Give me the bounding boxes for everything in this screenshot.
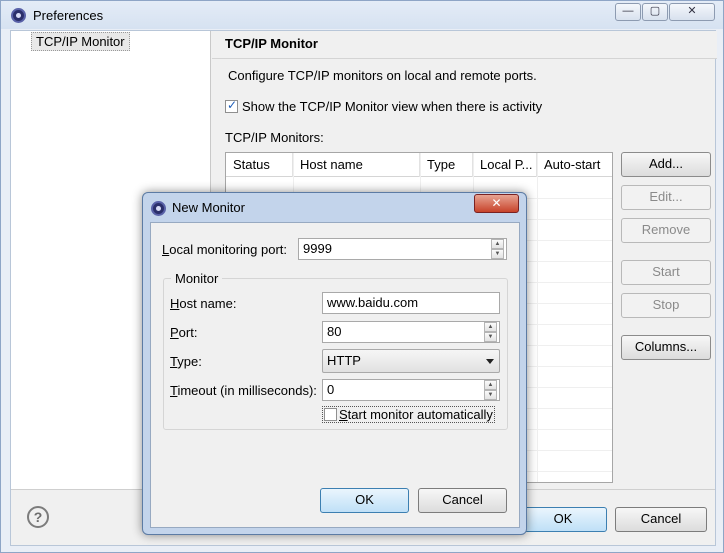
page-header: TCP/IP Monitor <box>212 31 717 59</box>
show-view-checkbox[interactable] <box>225 98 238 113</box>
eclipse-app-icon <box>151 201 166 216</box>
column-local-port[interactable]: Local P... <box>473 153 537 177</box>
table-column-divider <box>537 153 538 482</box>
minimize-button[interactable]: — <box>615 3 641 21</box>
dialog-title: New Monitor <box>172 200 245 215</box>
page-description: Configure TCP/IP monitors on local and r… <box>228 68 537 83</box>
spin-up-icon[interactable]: ▲ <box>484 322 497 332</box>
preferences-window-title: Preferences <box>33 8 104 23</box>
spin-up-icon[interactable]: ▲ <box>491 239 504 249</box>
spin-down-icon[interactable]: ▼ <box>484 390 497 400</box>
page-title: TCP/IP Monitor <box>225 36 318 51</box>
columns-button[interactable]: Columns... <box>621 335 711 360</box>
auto-start-option[interactable]: Start monitor automatically <box>322 406 495 423</box>
dialog-close-button[interactable]: ✕ <box>474 194 519 213</box>
host-name-label: Host name: <box>170 296 237 311</box>
auto-start-checkbox[interactable] <box>324 408 337 421</box>
auto-start-label: tart monitor automatically <box>347 407 493 422</box>
local-port-field[interactable]: 9999 ▲ ▼ <box>298 238 507 260</box>
column-status[interactable]: Status <box>226 153 293 177</box>
new-monitor-dialog: New Monitor ✕ Local monitoring port: 999… <box>142 192 527 535</box>
dialog-body: Local monitoring port: 9999 ▲ ▼ Monitor … <box>150 222 520 528</box>
show-view-label: Show the TCP/IP Monitor view when there … <box>242 99 543 114</box>
timeout-label: Timeout (in milliseconds): <box>170 383 317 398</box>
local-port-label: Local monitoring port: <box>162 242 288 257</box>
stop-monitor-button[interactable]: Stop <box>621 293 711 318</box>
timeout-spinner[interactable]: ▲ ▼ <box>484 380 498 400</box>
dialog-cancel-button[interactable]: Cancel <box>418 488 507 513</box>
preferences-titlebar[interactable]: Preferences — ▢ ✕ <box>1 1 723 29</box>
add-monitor-button[interactable]: Add... <box>621 152 711 177</box>
nav-item-tcpip-monitor[interactable]: TCP/IP Monitor <box>31 32 130 51</box>
spin-up-icon[interactable]: ▲ <box>484 380 497 390</box>
table-header: Status Host name Type Local P... Auto-st… <box>226 153 612 177</box>
port-spinner[interactable]: ▲ ▼ <box>484 322 498 342</box>
type-label: Type: <box>170 354 202 369</box>
timeout-field[interactable]: 0 ▲ ▼ <box>322 379 500 401</box>
show-view-option[interactable]: Show the TCP/IP Monitor view when there … <box>225 98 543 114</box>
chevron-down-icon[interactable] <box>486 359 494 364</box>
port-label: Port: <box>170 325 198 340</box>
column-host-name[interactable]: Host name <box>293 153 420 177</box>
column-type[interactable]: Type <box>420 153 473 177</box>
type-select[interactable]: HTTP <box>322 349 500 373</box>
dialog-ok-button[interactable]: OK <box>320 488 409 513</box>
spin-down-icon[interactable]: ▼ <box>484 332 497 342</box>
start-monitor-button[interactable]: Start <box>621 260 711 285</box>
spin-down-icon[interactable]: ▼ <box>491 249 504 259</box>
type-selected-value: HTTP <box>327 353 361 368</box>
preferences-ok-button[interactable]: OK <box>519 507 607 532</box>
timeout-value: 0 <box>327 382 335 397</box>
port-value: 80 <box>327 324 342 339</box>
local-port-value: 9999 <box>303 241 332 256</box>
column-auto-start[interactable]: Auto-start <box>537 153 612 177</box>
edit-monitor-button[interactable]: Edit... <box>621 185 711 210</box>
host-name-field[interactable]: www.baidu.com <box>322 292 500 314</box>
eclipse-app-icon <box>11 8 26 23</box>
maximize-button[interactable]: ▢ <box>642 3 668 21</box>
remove-monitor-button[interactable]: Remove <box>621 218 711 243</box>
port-field[interactable]: 80 ▲ ▼ <box>322 321 500 343</box>
local-port-spinner[interactable]: ▲ ▼ <box>491 239 505 259</box>
help-icon[interactable]: ? <box>27 506 49 528</box>
close-window-button[interactable]: ✕ <box>669 3 715 21</box>
monitors-label: TCP/IP Monitors: <box>225 130 324 145</box>
monitor-group-label: Monitor <box>171 271 223 286</box>
preferences-cancel-button[interactable]: Cancel <box>615 507 707 532</box>
